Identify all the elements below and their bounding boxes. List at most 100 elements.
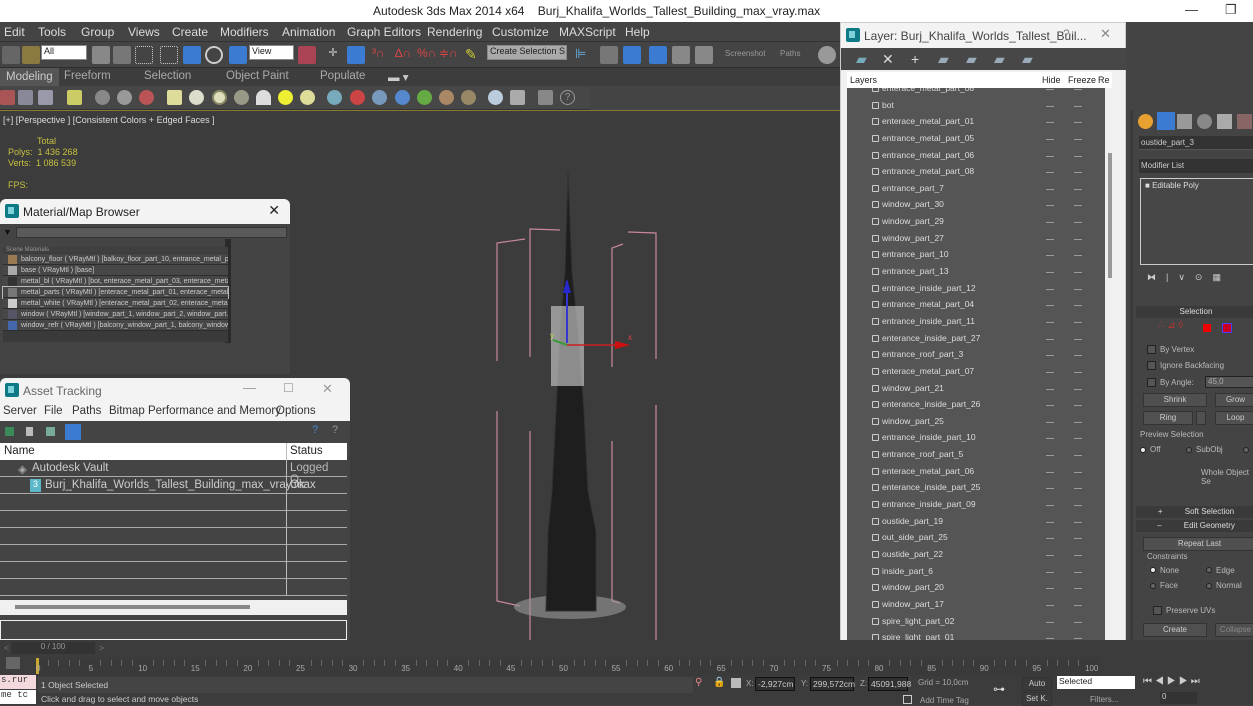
- asset-tracking-titlebar[interactable]: Asset Tracking — ☐ ✕: [0, 378, 350, 403]
- layer-item[interactable]: window_part_29: [847, 213, 1105, 230]
- hide-all-icon[interactable]: ▰: [994, 51, 1005, 68]
- angle-spinner[interactable]: 45,0: [1205, 376, 1253, 388]
- teapot-icon[interactable]: [234, 90, 249, 105]
- time-tag-icon[interactable]: [903, 695, 912, 704]
- plane-icon[interactable]: [327, 90, 342, 105]
- loop-button[interactable]: Loop: [1215, 411, 1253, 425]
- help-icon[interactable]: ?: [560, 90, 575, 105]
- hide-toggle[interactable]: [1046, 188, 1054, 190]
- by-vertex-checkbox[interactable]: [1147, 345, 1156, 354]
- paths-button[interactable]: Paths: [780, 49, 800, 58]
- hide-toggle[interactable]: [1046, 155, 1054, 157]
- layer-item[interactable]: entrance_roof_part_5: [847, 446, 1105, 463]
- repeat-last-button[interactable]: Repeat Last: [1143, 537, 1253, 551]
- object-name-field[interactable]: oustide_part_3: [1139, 136, 1253, 150]
- tab-populate[interactable]: Populate: [320, 70, 365, 82]
- restore-button[interactable]: ❐: [1225, 2, 1237, 18]
- reference-coordinate-dropdown[interactable]: View: [249, 45, 294, 60]
- percent-snap-icon[interactable]: %∩: [417, 46, 436, 64]
- subobject-mode-icons[interactable]: ∴ ⊿ ◊: [1158, 320, 1183, 331]
- delete-layer-icon[interactable]: ✕: [882, 51, 894, 68]
- menu-bitmap-performance[interactable]: Bitmap Performance and Memory: [109, 405, 281, 417]
- cone-icon[interactable]: [256, 90, 271, 105]
- hide-toggle[interactable]: [1046, 588, 1054, 590]
- layer-item[interactable]: window_part_25: [847, 413, 1105, 430]
- table-row[interactable]: 3 Burj_Khalifa_Worlds_Tallest_Building_m…: [0, 477, 347, 494]
- layer-item[interactable]: entrance_part_13: [847, 263, 1105, 280]
- hair-fur-icon[interactable]: [439, 90, 454, 105]
- polygon-mode-icon[interactable]: [1222, 323, 1232, 333]
- freeze-toggle[interactable]: [1074, 438, 1082, 440]
- maximize-button[interactable]: ☐: [283, 381, 294, 395]
- time-slider[interactable]: 0 / 100: [11, 642, 95, 654]
- freeze-toggle[interactable]: [1074, 338, 1082, 340]
- hide-toggle[interactable]: [1046, 371, 1054, 373]
- prev-frame-arrow[interactable]: <: [4, 643, 9, 653]
- rollout-soft-selection[interactable]: + Soft Selection: [1136, 506, 1253, 518]
- create-tab-icon[interactable]: [1138, 114, 1153, 129]
- hide-toggle[interactable]: [1046, 438, 1054, 440]
- stack-controls[interactable]: ⧓|∨⊙▦: [1147, 272, 1231, 283]
- freeze-toggle[interactable]: [1074, 155, 1082, 157]
- layer-item[interactable]: enterance_inside_part_26: [847, 396, 1105, 413]
- sphere-half-icon[interactable]: [117, 90, 132, 105]
- layer-item[interactable]: inside_part_6: [847, 563, 1105, 580]
- detail-view-icon[interactable]: [46, 427, 55, 436]
- freeze-toggle[interactable]: [1074, 105, 1082, 107]
- hide-toggle[interactable]: [1046, 355, 1054, 357]
- freeze-toggle[interactable]: [1074, 255, 1082, 257]
- menu-animation[interactable]: Animation: [282, 25, 335, 39]
- freeze-toggle[interactable]: [1074, 471, 1082, 473]
- select-and-rotate-icon[interactable]: [205, 46, 223, 64]
- menu-help[interactable]: Help: [625, 25, 650, 39]
- create-layer-icon[interactable]: ▰: [856, 51, 867, 68]
- freeze-toggle[interactable]: [1074, 421, 1082, 423]
- vray-frame-icon[interactable]: [538, 90, 553, 105]
- freeze-toggle[interactable]: [1074, 371, 1082, 373]
- fur-ball-icon[interactable]: [461, 90, 476, 105]
- constraint-face-radio[interactable]: [1150, 583, 1156, 589]
- hide-toggle[interactable]: [1046, 89, 1054, 90]
- layer-item[interactable]: enterace_metal_part_01: [847, 113, 1105, 130]
- freeze-toggle[interactable]: [1074, 138, 1082, 140]
- freeze-toggle[interactable]: [1074, 355, 1082, 357]
- tab-freeform[interactable]: Freeform: [64, 70, 111, 82]
- material-item[interactable]: mettal_bl ( VRayMtl ) [bot, enterace_met…: [3, 276, 228, 287]
- scene-materials-group[interactable]: Scene Materials: [3, 247, 228, 253]
- material-sphere-icon[interactable]: [488, 90, 503, 105]
- x-coordinate-field[interactable]: -2,927cm: [755, 677, 795, 691]
- tab-modeling[interactable]: Modeling: [0, 68, 59, 86]
- hide-toggle[interactable]: [1046, 505, 1054, 507]
- rollout-edit-geometry[interactable]: – Edit Geometry: [1136, 520, 1253, 532]
- layer-item[interactable]: enterance_inside_part_25: [847, 479, 1105, 496]
- menu-group[interactable]: Group: [81, 25, 114, 39]
- modifier-list-dropdown[interactable]: Modifier List: [1139, 159, 1253, 173]
- layer-item[interactable]: enterace_metal_part_06: [847, 463, 1105, 480]
- preserve-uvs-checkbox[interactable]: [1153, 606, 1162, 615]
- freeze-toggle[interactable]: [1074, 604, 1082, 606]
- material-item[interactable]: window_refr ( VRayMtl ) [balcony_window_…: [3, 320, 228, 331]
- collapse-button[interactable]: Collapse: [1215, 623, 1253, 637]
- light-icon[interactable]: [67, 90, 82, 105]
- layer-item[interactable]: entrance_metal_part_04: [847, 296, 1105, 313]
- grow-button[interactable]: Grow: [1215, 393, 1253, 407]
- hide-toggle[interactable]: [1046, 638, 1054, 640]
- layer-item[interactable]: enterance_inside_part_27: [847, 330, 1105, 347]
- key-filters-button[interactable]: Filters...: [1090, 695, 1118, 704]
- bind-space-warp-icon[interactable]: [22, 46, 40, 64]
- curve-editor-icon[interactable]: [672, 46, 690, 64]
- layer-item[interactable]: out_side_part_25: [847, 529, 1105, 546]
- freeze-toggle[interactable]: [1074, 455, 1082, 457]
- hide-toggle[interactable]: [1046, 205, 1054, 207]
- freeze-toggle[interactable]: [1074, 122, 1082, 124]
- molecule-icon[interactable]: [350, 90, 365, 105]
- ribbon-tool-icon[interactable]: [38, 90, 53, 105]
- hide-toggle[interactable]: [1046, 521, 1054, 523]
- minimize-button[interactable]: —: [243, 380, 256, 395]
- select-layer-icon[interactable]: ▰: [938, 51, 949, 68]
- edit-named-selection-icon[interactable]: ✎: [465, 46, 483, 64]
- hide-toggle[interactable]: [1046, 538, 1054, 540]
- hide-toggle[interactable]: [1046, 338, 1054, 340]
- select-object-icon[interactable]: [92, 46, 110, 64]
- vertical-scrollbar[interactable]: [1108, 153, 1112, 278]
